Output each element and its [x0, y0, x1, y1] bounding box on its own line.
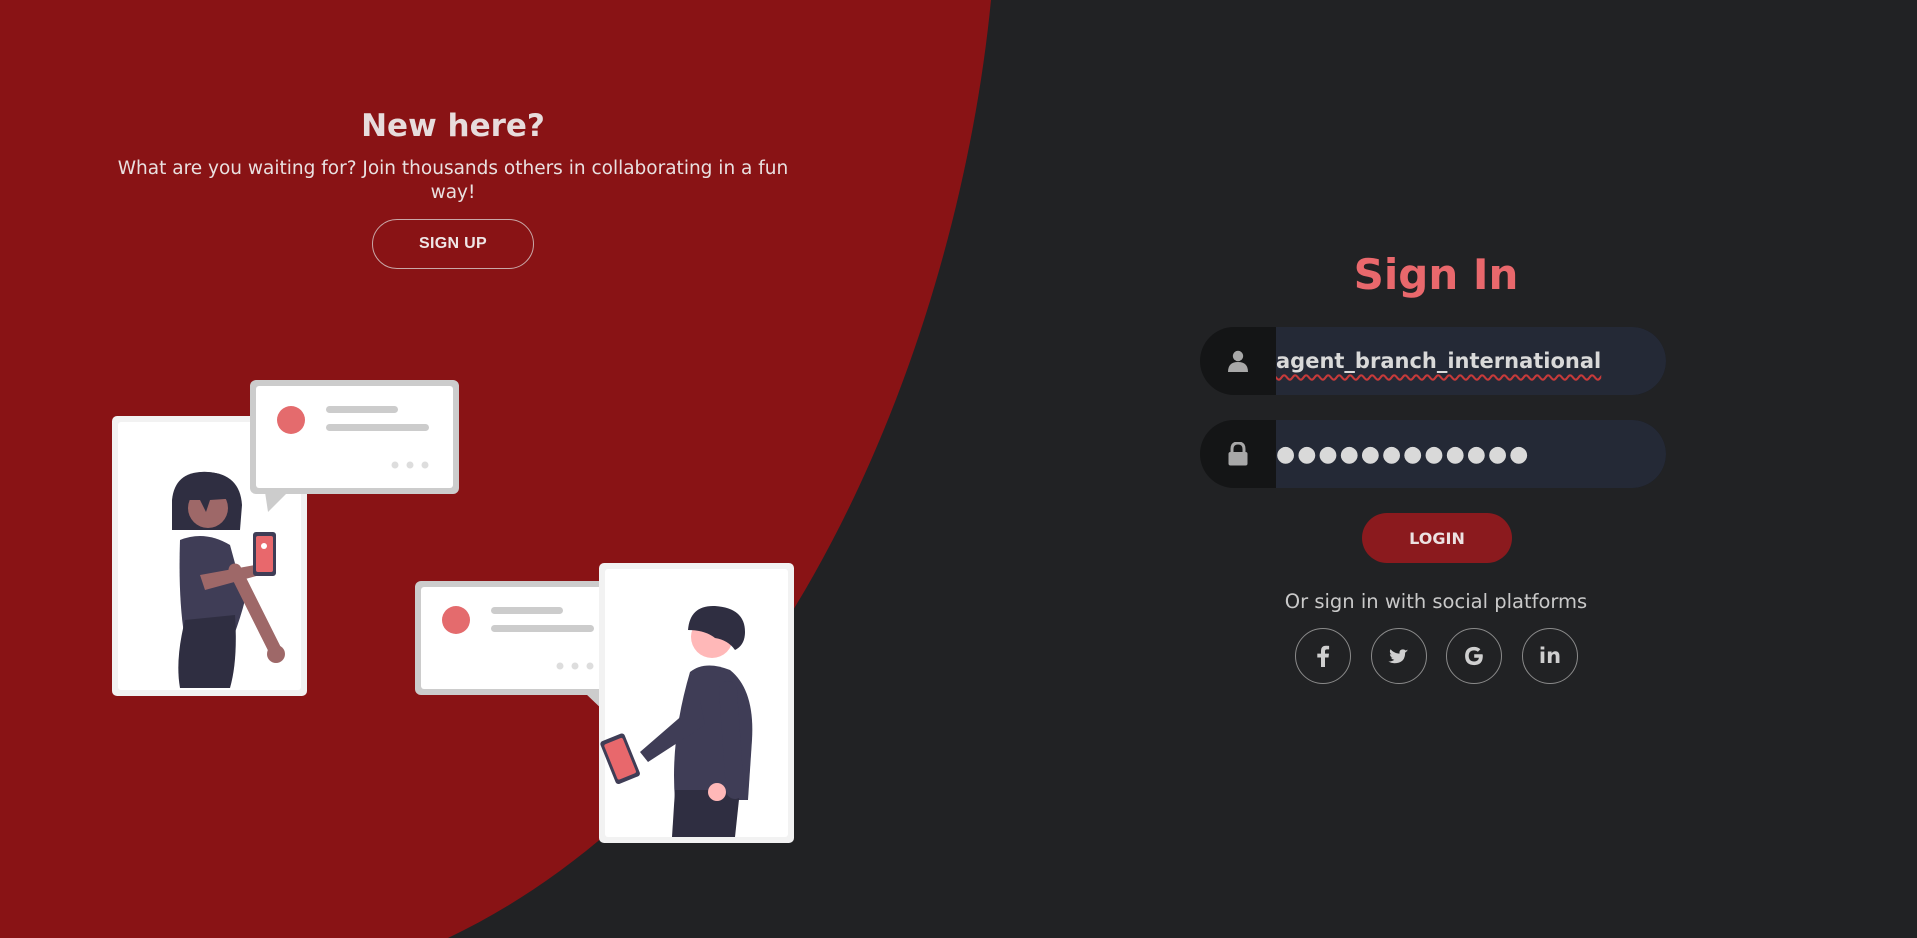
- sign-in-title: Sign In: [1353, 250, 1519, 299]
- password-value: ●●●●●●●●●●●●: [1276, 441, 1531, 467]
- new-here-heading: New here?: [361, 108, 545, 144]
- username-input[interactable]: agent_branch_international: [1276, 327, 1666, 395]
- user-icon: [1200, 327, 1276, 395]
- login-page: New here? What are you waiting for? Join…: [0, 0, 1917, 938]
- lock-icon: [1200, 420, 1276, 488]
- login-button[interactable]: LOGIN: [1362, 513, 1512, 563]
- linkedin-button[interactable]: in: [1522, 628, 1578, 684]
- password-field[interactable]: ●●●●●●●●●●●●: [1200, 420, 1666, 488]
- facebook-icon: [1317, 645, 1330, 667]
- username-field[interactable]: agent_branch_international: [1200, 327, 1666, 395]
- google-icon: [1465, 646, 1483, 666]
- password-input[interactable]: ●●●●●●●●●●●●: [1276, 420, 1666, 488]
- linkedin-icon: in: [1538, 644, 1562, 668]
- signup-description: What are you waiting for? Join thousands…: [117, 158, 789, 203]
- facebook-button[interactable]: [1295, 628, 1351, 684]
- username-value: agent_branch_international: [1276, 349, 1602, 373]
- social-signin-text: Or sign in with social platforms: [1284, 590, 1588, 613]
- signup-panel: New here? What are you waiting for? Join…: [0, 0, 906, 300]
- twitter-button[interactable]: [1371, 628, 1427, 684]
- sign-up-button[interactable]: SIGN UP: [372, 219, 534, 269]
- twitter-icon: [1388, 649, 1409, 664]
- google-button[interactable]: [1446, 628, 1502, 684]
